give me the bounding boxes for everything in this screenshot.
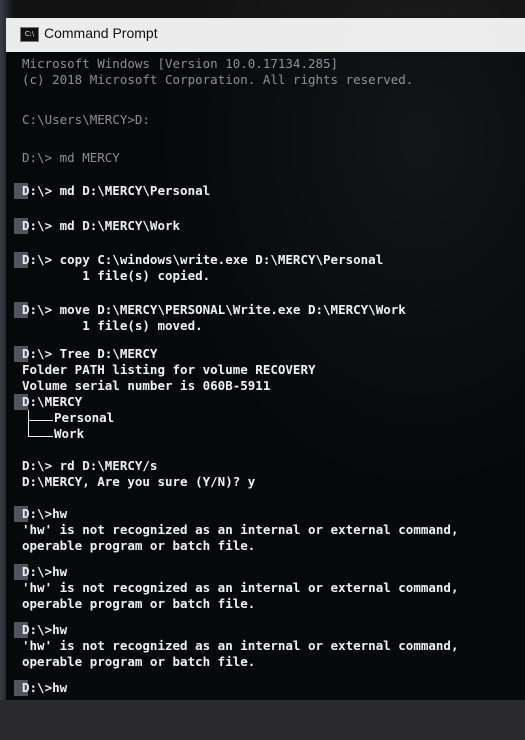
command-prompt-window[interactable]: C:\ Command Prompt Microsoft Windows [Ve… — [6, 18, 525, 700]
console-line: 'hw' is not recognized as an internal or… — [22, 522, 459, 537]
console-line: C:\Users\MERCY>D: — [22, 112, 150, 127]
console-line: D:\> md MERCY — [22, 150, 120, 165]
console-line: D:\> Tree D:\MERCY — [22, 346, 158, 361]
console-line: Microsoft Windows [Version 10.0.17134.28… — [22, 56, 339, 71]
console-line: D:\> copy C:\windows\write.exe D:\MERCY\… — [22, 252, 384, 267]
window-title: Command Prompt — [44, 25, 158, 41]
left-edge-highlight — [14, 252, 28, 268]
console-line: (c) 2018 Microsoft Corporation. All righ… — [22, 72, 414, 87]
console-line: D:\>hw — [22, 680, 68, 695]
console-line: operable program or batch file. — [22, 654, 256, 669]
console-line: operable program or batch file. — [22, 538, 256, 553]
console-line: D:\>hw — [22, 564, 68, 579]
console-line: D:\> md D:\MERCY\Work — [22, 218, 181, 233]
left-edge-highlight — [14, 506, 28, 522]
left-edge-highlight — [14, 622, 28, 638]
left-edge-highlight — [14, 302, 28, 318]
left-edge-highlight — [14, 346, 28, 362]
tree-item-work: Work — [54, 426, 85, 441]
console-line: 'hw' is not recognized as an internal or… — [22, 580, 459, 595]
command-prompt-icon: C:\ — [20, 27, 39, 42]
console-line: Folder PATH listing for volume RECOVERY — [22, 362, 316, 377]
tree-branch-line — [28, 420, 53, 437]
console-line: D:\MERCY, Are you sure (Y/N)? y — [22, 474, 256, 489]
console-line: Volume serial number is 060B-5911 — [22, 378, 271, 393]
left-edge-highlight — [14, 680, 28, 696]
left-edge-highlight — [14, 394, 28, 410]
console-line: D:\>hw — [22, 506, 68, 521]
left-edge-highlight — [14, 564, 28, 580]
tree-item-personal: Personal — [54, 410, 115, 425]
title-bar[interactable]: C:\ Command Prompt — [6, 18, 525, 52]
console-line: D:\> move D:\MERCY\PERSONAL\Write.exe D:… — [22, 302, 406, 317]
console-line: 1 file(s) moved. — [22, 318, 203, 333]
console-line: D:\>hw — [22, 622, 68, 637]
left-edge-highlight — [14, 218, 28, 234]
console-line: D:\> rd D:\MERCY/s — [22, 458, 158, 473]
console-line: 1 file(s) copied. — [22, 268, 211, 283]
console-output[interactable]: Microsoft Windows [Version 10.0.17134.28… — [14, 52, 525, 700]
console-line: D:\> md D:\MERCY\Personal — [22, 183, 211, 198]
console-line: operable program or batch file. — [22, 596, 256, 611]
console-line: D:\MERCY — [22, 394, 83, 409]
console-line: 'hw' is not recognized as an internal or… — [22, 638, 459, 653]
left-edge-highlight — [14, 183, 28, 199]
